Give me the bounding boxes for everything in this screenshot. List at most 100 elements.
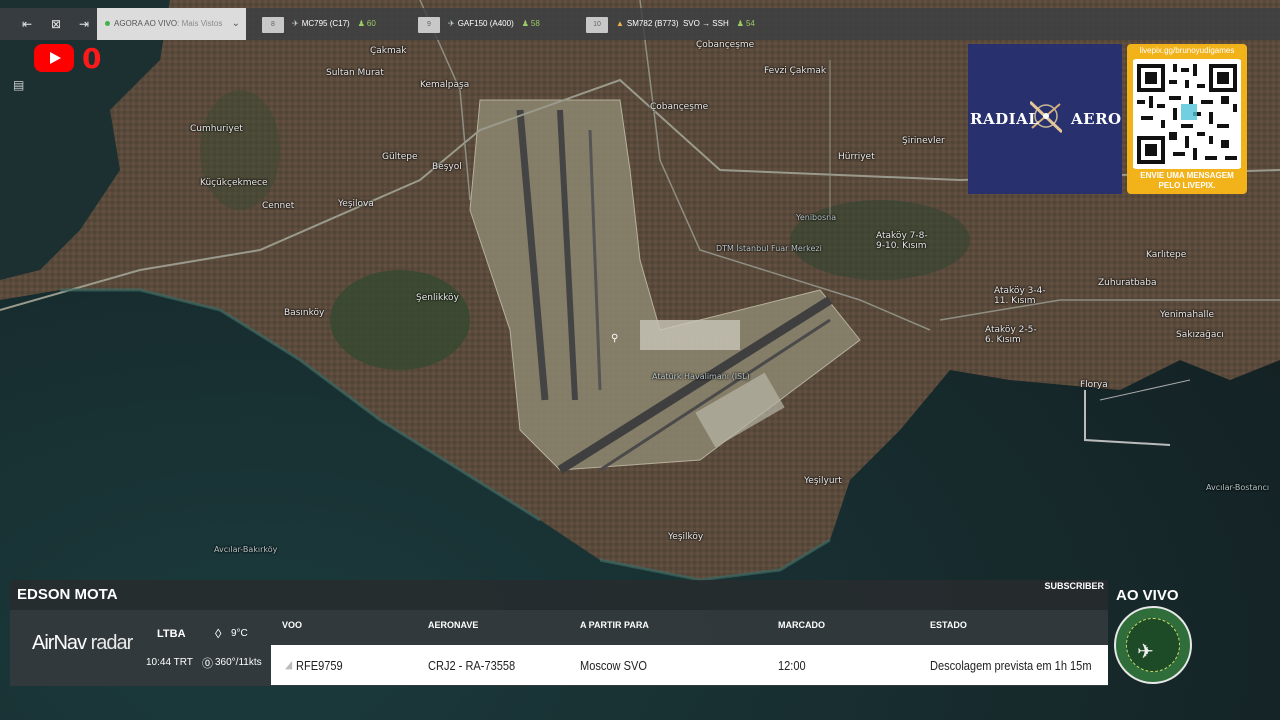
flight-row[interactable]: ◢ RFE9759 CRJ2 - RA-73558 Moscow SVO 12:… bbox=[271, 645, 1108, 685]
col-header-aeronave: AERONAVE bbox=[428, 620, 479, 630]
youtube-icon bbox=[34, 44, 74, 72]
qr-code-graphic bbox=[1133, 60, 1241, 168]
qr-code bbox=[1133, 59, 1241, 169]
radial-text: RADIAL bbox=[970, 110, 1040, 128]
flight-status: Descolagem prevista em 1h 15m bbox=[930, 658, 1092, 673]
top-flight-slot[interactable]: 9 ✈ GAF150 (A400) ♟ 58 bbox=[418, 15, 540, 33]
temperature-icon: ◊ bbox=[215, 626, 222, 641]
temperature: 9°C bbox=[231, 628, 248, 639]
col-header-apartir: A PARTIR PARA bbox=[580, 620, 649, 630]
map-label: Sakızağacı bbox=[1176, 330, 1224, 340]
plane-icon: ✈ bbox=[292, 19, 299, 28]
map-label: Gültepe bbox=[382, 152, 418, 162]
layers-icon[interactable]: ▤ bbox=[13, 78, 29, 92]
map-label: Sultan Murat bbox=[326, 68, 384, 78]
viewer-count: 54 bbox=[745, 19, 755, 28]
plane-icon: ✈ bbox=[1137, 641, 1154, 663]
map-label: Cennet bbox=[262, 201, 295, 211]
map-label: Beşyol bbox=[432, 162, 462, 172]
map-label: Hürriyet bbox=[838, 152, 875, 162]
map-label: Yenimahalle bbox=[1160, 310, 1215, 320]
map-label: Yenibosna bbox=[796, 213, 837, 222]
flight-label: SM782 (B773) bbox=[626, 19, 679, 28]
viewers-icon: ♟ bbox=[736, 19, 744, 28]
map-label: Çobançeşme bbox=[650, 102, 709, 112]
map-label: Avcılar-Bostancı bbox=[1206, 483, 1270, 492]
livepix-url: livepix.gg/brunoyudigames bbox=[1139, 46, 1235, 55]
map-label: Fevzi Çakmak bbox=[764, 66, 827, 76]
map-label: Atatürk Havalimanı (ISL) bbox=[652, 372, 750, 381]
map-label: Şenlikköy bbox=[416, 293, 459, 303]
viewers-icon: ♟ bbox=[357, 19, 365, 28]
subscriber-label: SUBSCRIBER bbox=[1044, 581, 1104, 591]
flight-info-panel: AirNav radar LTBA 10:44 TRT ◊ 9°C ⓪ 360°… bbox=[10, 610, 1108, 686]
col-header-estado: ESTADO bbox=[930, 620, 967, 630]
wind-icon: ⓪ bbox=[202, 658, 213, 670]
collapse-left-icon[interactable]: ⇤ bbox=[18, 16, 36, 32]
aero-text: AERO bbox=[1071, 110, 1122, 128]
map-label: DTM İstanbul Fuar Merkezi bbox=[716, 244, 822, 253]
map-label: Ataköy 2-5-6. Kısım bbox=[985, 325, 1037, 345]
airnav-radar-logo: AirNav radar bbox=[32, 632, 134, 655]
viewer-count: 60 bbox=[366, 19, 376, 28]
chevron-down-icon: ⌄ bbox=[231, 18, 240, 29]
map-label: Kemalpaşa bbox=[420, 80, 470, 90]
local-time: 10:44 TRT bbox=[146, 657, 193, 668]
airnav-logo-text: AirNav bbox=[32, 632, 87, 654]
destination: Moscow SVO bbox=[580, 658, 647, 673]
rank-badge: 8 bbox=[262, 17, 284, 33]
wind: 360°/11kts bbox=[215, 657, 262, 668]
map-label: Küçükçekmece bbox=[200, 178, 268, 188]
route-label: SVO → SSH bbox=[682, 19, 729, 28]
map-label: Yeşilköy bbox=[668, 532, 704, 542]
top-flight-slot[interactable]: 8 ✈ MC795 (C17) ♟ 60 bbox=[262, 15, 376, 33]
livepix-qr-ad[interactable]: livepix.gg/brunoyudigames ENVIE UMA MENS… bbox=[1127, 44, 1247, 194]
livepix-message: ENVIE UMA MENSAGEM PELO LIVEPIX. bbox=[1127, 171, 1247, 191]
warning-icon: ▲ bbox=[616, 19, 624, 28]
streamer-name: EDSON MOTA bbox=[17, 586, 118, 603]
map-label: Çakmak bbox=[370, 46, 407, 56]
flight-label: MC795 (C17) bbox=[301, 19, 350, 28]
col-header-marcado: MARCADO bbox=[778, 620, 825, 630]
plane-icon: ✈ bbox=[448, 19, 455, 28]
viewers-icon: ♟ bbox=[521, 19, 529, 28]
radar-logo-text: radar bbox=[90, 632, 134, 654]
flight-number: RFE9759 bbox=[296, 658, 343, 673]
channel-badge-logo: ✈ bbox=[1114, 606, 1192, 684]
viewer-count: 58 bbox=[530, 19, 540, 28]
top-flight-slot[interactable]: 10 ▲ SM782 (B773) SVO → SSH ♟ 54 bbox=[586, 15, 755, 33]
map-label: Florya bbox=[1080, 380, 1108, 390]
map-label: Zuhuratbaba bbox=[1098, 278, 1157, 288]
map-label: Karlıtepe bbox=[1146, 250, 1187, 260]
badge-inner-ring: ✈ bbox=[1126, 618, 1180, 672]
live-dot-icon bbox=[105, 21, 110, 27]
location-pin-icon[interactable]: ⚲ bbox=[611, 333, 618, 344]
col-header-voo: VOO bbox=[282, 620, 303, 630]
filter-sub: Mais Vistos bbox=[181, 19, 223, 28]
youtube-count: 0 bbox=[82, 42, 102, 75]
flight-arrow-icon: ◢ bbox=[285, 659, 293, 671]
map-label: Yeşilova bbox=[338, 199, 374, 209]
aircraft: CRJ2 - RA-73558 bbox=[428, 658, 516, 673]
rank-badge: 10 bbox=[586, 17, 608, 33]
airport-code: LTBA bbox=[157, 628, 186, 640]
close-box-icon[interactable]: ⊠ bbox=[47, 16, 65, 32]
map-label: Ataköy 3-4-11. Kısım bbox=[994, 286, 1046, 306]
livepix-message-line2: PELO LIVEPIX. bbox=[1158, 181, 1216, 190]
map-label: Basınköy bbox=[284, 308, 325, 318]
live-label: AO VIVO bbox=[1116, 587, 1179, 604]
map-label: Cumhuriyet bbox=[190, 124, 243, 134]
radial-aero-ad: RADIAL AERO bbox=[968, 44, 1122, 194]
flight-label: GAF150 (A400) bbox=[457, 19, 514, 28]
map-label: Çobançeşme bbox=[696, 40, 755, 50]
map-label: Yeşilyurt bbox=[804, 476, 842, 486]
map-label: Avcılar-Bakırköy bbox=[214, 545, 278, 554]
livepix-message-line1: ENVIE UMA MENSAGEM bbox=[1140, 171, 1234, 180]
skip-next-icon[interactable]: ⇥ bbox=[75, 16, 93, 32]
live-filter-dropdown[interactable]: AGORA AO VIVO: Mais Vistos ⌄ bbox=[97, 8, 246, 40]
map-label: Ataköy 7-8-9-10. Kısım bbox=[876, 231, 928, 251]
map-label: Şirinevler bbox=[902, 136, 945, 146]
scheduled-time: 12:00 bbox=[778, 658, 806, 673]
rank-badge: 9 bbox=[418, 17, 440, 33]
filter-label: AGORA AO VIVO bbox=[114, 19, 178, 28]
